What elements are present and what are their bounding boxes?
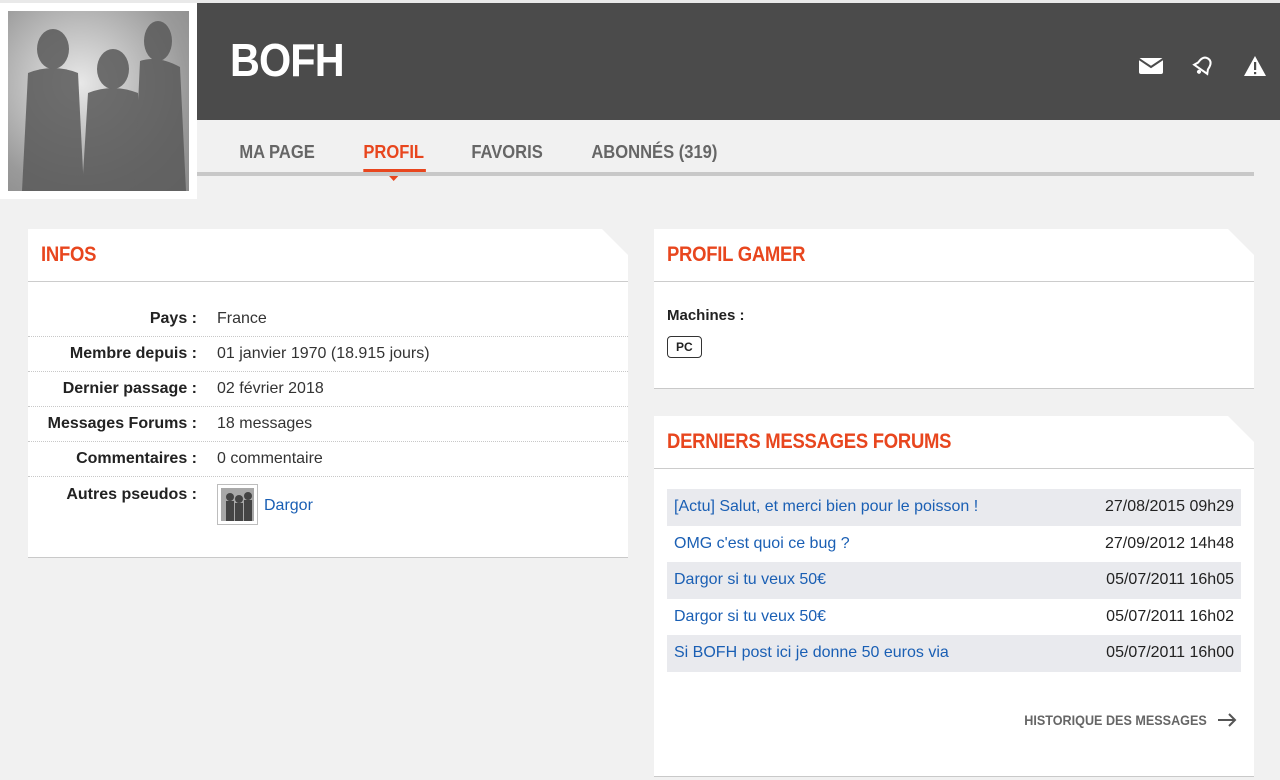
- tab-ma-page[interactable]: MA PAGE: [220, 138, 334, 174]
- message-date: 27/08/2015 09h29: [1104, 498, 1234, 516]
- tab-favoris[interactable]: FAVORIS: [452, 138, 562, 174]
- info-label: Pays :: [149, 309, 197, 327]
- info-value: 0 commentaire: [217, 450, 323, 467]
- message-date: 05/07/2011 16h00: [1106, 644, 1234, 662]
- alias-link[interactable]: Dargor: [264, 497, 313, 515]
- gamer-title: PROFIL GAMER: [654, 229, 1254, 282]
- machines-label: Machines :: [667, 307, 745, 324]
- message-row: Si BOFH post ici je donne 50 euros via 0…: [667, 635, 1241, 672]
- alias-item[interactable]: Dargor: [217, 484, 313, 525]
- avatar-silhouettes-image: [8, 11, 189, 191]
- tab-abonnes[interactable]: ABONNÉS (319): [572, 138, 737, 174]
- message-list: [Actu] Salut, et merci bien pour le pois…: [667, 489, 1241, 672]
- info-label: Autres pseudos :: [66, 486, 197, 503]
- history-link[interactable]: HISTORIQUE DES MESSAGES: [1004, 712, 1237, 728]
- info-row-commentaires: Commentaires : 0 commentaire: [28, 442, 628, 477]
- panel-corner: [1228, 416, 1254, 442]
- panel-corner: [1228, 229, 1254, 255]
- message-link[interactable]: Dargor si tu veux 50€: [674, 571, 826, 589]
- machine-badge: PC: [667, 336, 702, 358]
- info-row-messages-forums: Messages Forums : 18 messages: [28, 407, 628, 442]
- username-title: BOFH: [230, 34, 345, 86]
- info-row-dernier-passage: Dernier passage : 02 février 2018: [28, 372, 628, 407]
- profile-page: BOFH MA PAGE PROFIL FAVORIS ABONNÉS (319…: [0, 0, 1280, 780]
- warning-icon[interactable]: [1242, 53, 1268, 79]
- info-value: 02 février 2018: [217, 380, 324, 397]
- message-link[interactable]: Si BOFH post ici je donne 50 euros via: [674, 644, 949, 662]
- alias-avatar[interactable]: [217, 484, 258, 525]
- message-link[interactable]: Dargor si tu veux 50€: [674, 608, 826, 626]
- info-row-pays: Pays : France: [28, 301, 628, 337]
- tabs-divider: [197, 172, 1254, 176]
- infos-panel: INFOS Pays : France Membre depuis : 01 j…: [28, 229, 628, 558]
- forum-messages-panel: DERNIERS MESSAGES FORUMS [Actu] Salut, e…: [654, 416, 1254, 777]
- profile-tabs: MA PAGE PROFIL FAVORIS ABONNÉS (319): [220, 138, 751, 181]
- info-value: 01 janvier 1970 (18.915 jours): [217, 345, 430, 362]
- info-rows: Pays : France Membre depuis : 01 janvier…: [28, 282, 628, 547]
- message-date: 27/09/2012 14h48: [1104, 534, 1234, 552]
- info-label: Dernier passage :: [62, 380, 197, 397]
- info-value: France: [217, 309, 267, 327]
- bell-icon[interactable]: [1190, 53, 1216, 79]
- message-row: Dargor si tu veux 50€ 05/07/2011 16h05: [667, 562, 1241, 599]
- profile-avatar[interactable]: [0, 3, 197, 199]
- message-row: Dargor si tu veux 50€ 05/07/2011 16h02: [667, 599, 1241, 636]
- message-row: OMG c'est quoi ce bug ? 27/09/2012 14h48: [667, 526, 1241, 563]
- gamer-title-text: PROFIL GAMER: [667, 243, 806, 266]
- arrow-right-icon: [1218, 713, 1237, 727]
- header-actions: [1138, 53, 1268, 79]
- info-label: Membre depuis :: [69, 345, 197, 362]
- message-date: 05/07/2011 16h05: [1106, 571, 1234, 589]
- message-link[interactable]: OMG c'est quoi ce bug ?: [674, 535, 850, 553]
- info-label: Commentaires :: [76, 450, 197, 467]
- infos-title-text: INFOS: [41, 243, 97, 266]
- info-row-membre-depuis: Membre depuis : 01 janvier 1970 (18.915 …: [28, 337, 628, 372]
- mail-icon[interactable]: [1138, 53, 1164, 79]
- tab-profil[interactable]: PROFIL: [344, 138, 443, 181]
- message-link[interactable]: [Actu] Salut, et merci bien pour le pois…: [674, 498, 978, 516]
- message-row: [Actu] Salut, et merci bien pour le pois…: [667, 489, 1241, 526]
- infos-title: INFOS: [28, 229, 628, 282]
- info-row-autres-pseudos: Autres pseudos : Dargor: [28, 477, 628, 547]
- message-date: 05/07/2011 16h02: [1106, 607, 1234, 625]
- forums-title-text: DERNIERS MESSAGES FORUMS: [667, 430, 952, 453]
- info-value: 18 messages: [217, 415, 313, 432]
- info-label: Messages Forums :: [47, 415, 197, 432]
- forums-title: DERNIERS MESSAGES FORUMS: [654, 416, 1254, 469]
- panel-corner: [602, 229, 628, 255]
- history-label: HISTORIQUE DES MESSAGES: [1024, 712, 1207, 728]
- profil-gamer-panel: PROFIL GAMER Machines : PC: [654, 229, 1254, 389]
